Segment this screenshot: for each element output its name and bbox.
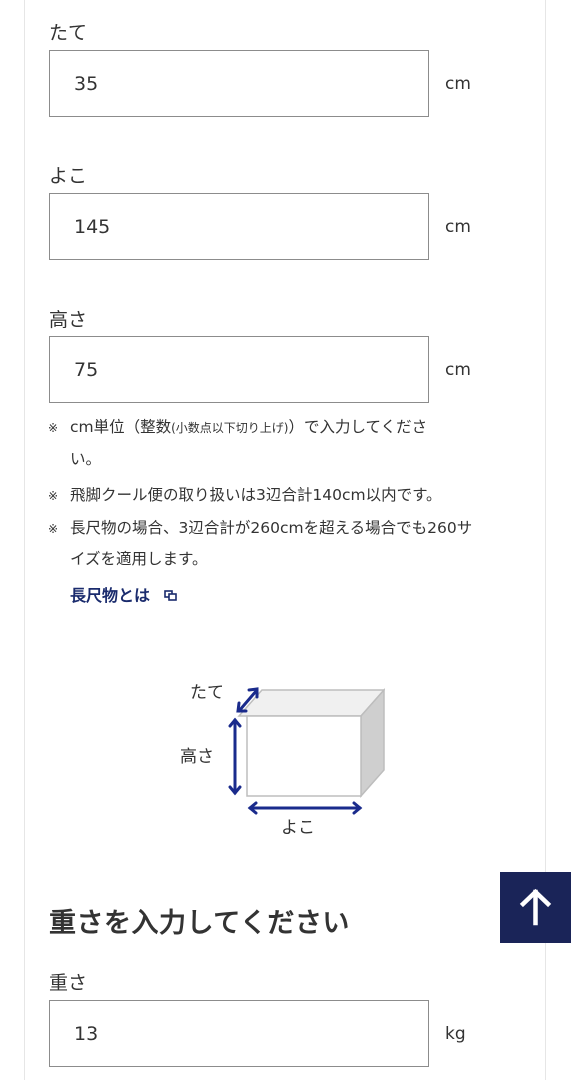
long-item-link[interactable]: 長尺物とは	[70, 584, 178, 609]
note-long-item: ※ 長尺物の場合、3辺合計が260cmを超える場合でも260サ	[48, 514, 472, 543]
external-window-icon	[163, 585, 178, 609]
diagram-depth-label: たて	[190, 683, 224, 703]
note-integer-unit: ※ cm単位（整数(小数点以下切り上げ)）で入力してくださ	[48, 413, 427, 442]
diagram-height-label: 高さ	[180, 747, 214, 767]
width-unit: cm	[445, 217, 471, 237]
width-input[interactable]: 145	[49, 193, 429, 260]
weight-input[interactable]: 13	[49, 1000, 429, 1067]
diagram-width-label: よこ	[281, 818, 315, 838]
weight-label: 重さ	[49, 972, 88, 994]
depth-label: たて	[49, 22, 88, 44]
note1-text-a: cm単位（整数	[70, 418, 172, 436]
height-arrow	[228, 717, 242, 796]
depth-input-value: 35	[74, 73, 99, 95]
note1-subtext: (小数点以下切り上げ)	[171, 421, 289, 435]
note-mark: ※	[48, 522, 59, 536]
depth-input[interactable]: 35	[49, 50, 429, 117]
note2-text: 飛脚クール便の取り扱いは3辺合計140cm以内です。	[70, 486, 442, 504]
width-arrow	[247, 801, 363, 815]
arrow-up-icon	[519, 888, 552, 926]
width-label: よこ	[49, 165, 88, 187]
height-unit: cm	[445, 360, 471, 380]
weight-unit: kg	[445, 1024, 466, 1044]
long-item-link-label: 長尺物とは	[70, 586, 151, 605]
note3-continuation: イズを適用します。	[70, 550, 208, 568]
note-cool-limit: ※ 飛脚クール便の取り扱いは3辺合計140cm以内です。	[48, 481, 442, 510]
note1-text-b: ）で入力してくださ	[288, 418, 428, 436]
weight-section-heading: 重さを入力してください	[49, 908, 350, 939]
depth-unit: cm	[445, 74, 471, 94]
weight-input-value: 13	[74, 1023, 99, 1045]
height-input-value: 75	[74, 359, 99, 381]
note1-continuation: い。	[70, 450, 102, 468]
height-label: 高さ	[49, 309, 88, 331]
note-mark: ※	[48, 421, 59, 435]
back-to-top-button[interactable]	[500, 872, 571, 943]
box-size-diagram: たて 高さ よこ	[175, 676, 386, 846]
height-input[interactable]: 75	[49, 336, 429, 403]
width-input-value: 145	[74, 216, 111, 238]
note3-text: 長尺物の場合、3辺合計が260cmを超える場合でも260サ	[70, 519, 473, 537]
content-border-left	[24, 0, 25, 1080]
note-mark: ※	[48, 489, 59, 503]
